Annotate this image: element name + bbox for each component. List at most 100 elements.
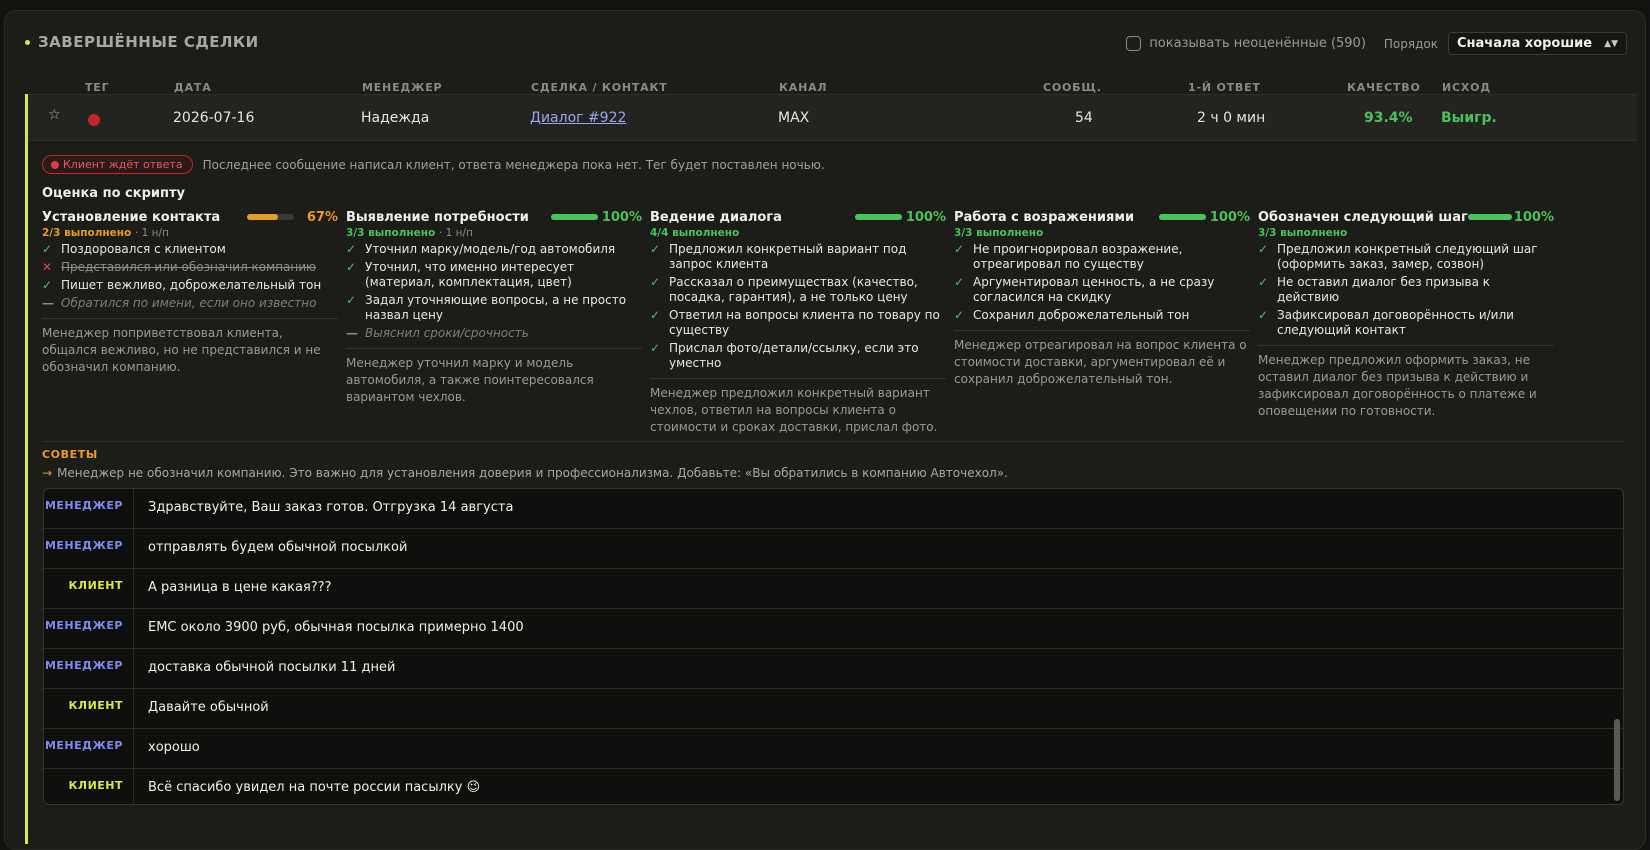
tag-dot: [88, 114, 100, 126]
col-first-reply[interactable]: 1-Й ОТВЕТ: [1188, 81, 1261, 94]
criterion-item-text: Выяснил сроки/срочность: [365, 326, 529, 340]
criterion-name: Работа с возражениями: [954, 209, 1135, 225]
message-text: отправлять будем обычной посылкой: [148, 540, 408, 555]
status-badge: Клиент ждёт ответа: [42, 155, 193, 174]
criterion-item-text: Представился или обозначил компанию: [61, 260, 317, 274]
check-icon: ✓: [650, 242, 661, 256]
criterion-header: Обозначен следующий шаг 100%: [1258, 209, 1554, 225]
check-icon: ✓: [1258, 242, 1269, 256]
col-tag[interactable]: ТЕГ: [85, 81, 109, 94]
message-author: КЛИЕНТ: [44, 769, 134, 804]
criterion-name: Выявление потребности: [346, 209, 529, 225]
message-author: МЕНЕДЖЕР: [44, 729, 134, 769]
criterion-name: Обозначен следующий шаг: [1258, 209, 1468, 225]
section-header: ЗАВЕРШЁННЫЕ СДЕЛКИ: [25, 33, 259, 51]
criterion-header: Установление контакта 67%: [42, 209, 338, 225]
criterion-item-text: Сохранил доброжелательный тон: [973, 308, 1190, 322]
criterion-name: Установление контакта: [42, 209, 221, 225]
check-icon: ✓: [954, 275, 965, 289]
col-deal[interactable]: СДЕЛКА / КОНТАКТ: [531, 81, 668, 94]
check-icon: ✓: [346, 260, 357, 274]
criterion-items: ✓ Предложил конкретный следующий шаг (офо…: [1258, 242, 1554, 346]
criterion-percent: 67%: [306, 209, 338, 225]
chat-log[interactable]: МЕНЕДЖЕР Здравствуйте, Ваш заказ готов. О…: [43, 488, 1624, 805]
check-icon: ✓: [650, 308, 661, 322]
criterion-item-text: Ответил на вопросы клиента по товару по …: [669, 308, 940, 337]
criterion-items: ✓ Поздоровался с клиентом ✕ Представился ил…: [42, 242, 338, 319]
criterion-item-text: Рассказал о преимуществах (качество, пос…: [669, 275, 918, 304]
message-author: МЕНЕДЖЕР: [44, 529, 134, 569]
message-text: Всё спасибо увидел на почте россии пасыл…: [148, 780, 481, 795]
message-text: доставка обычной посылки 11 дней: [148, 660, 396, 675]
criterion-progress: [1159, 214, 1206, 220]
criterion-progress: [1467, 214, 1513, 220]
chevron-updown-icon: ▲▼: [1604, 38, 1618, 49]
message-text: Давайте обычной: [148, 700, 269, 715]
check-icon: ✓: [346, 242, 357, 256]
criterion-progress: [551, 214, 598, 220]
tip-text: Менеджер не обозначил компанию. Это важн…: [57, 466, 1008, 480]
criterion-na: · 1 н/п: [438, 227, 473, 239]
status-badge-label: Клиент ждёт ответа: [63, 158, 183, 171]
criterion-item-text: Уточнил марку/модель/год автомобиля: [365, 242, 616, 256]
col-messages[interactable]: СООБЩ.: [1043, 81, 1102, 94]
check-icon: ✓: [954, 308, 965, 322]
chat-scrollbar[interactable]: [1614, 719, 1620, 801]
message-text: А разница в цене какая???: [148, 580, 332, 595]
criterion-item: ✓ Пишет вежливо, доброжелательный тон: [42, 278, 338, 293]
col-quality[interactable]: КАЧЕСТВО: [1347, 81, 1421, 94]
criterion-item: ✓ Предложил конкретный вариант под запрос…: [650, 242, 946, 272]
table-row[interactable]: ☆ 2026-07-16 Надежда Диалог #922 MAX 54 …: [28, 94, 1637, 141]
criterion-header: Ведение диалога 100%: [650, 209, 946, 225]
col-outcome[interactable]: ИСХОД: [1442, 81, 1491, 94]
criterion-item-text: Обратился по имени, если оно известно: [61, 296, 317, 310]
criterion-item-text: Задал уточняющие вопросы, а не просто на…: [365, 293, 627, 322]
criterion-item: — Обратился по имени, если оно известно: [42, 296, 338, 311]
criterion-item-text: Не проигнорировал возражение, отреагиров…: [973, 242, 1183, 271]
criterion-progress: [855, 214, 902, 220]
criterion-item: ✓ Уточнил марку/модель/год автомобиля: [346, 242, 642, 257]
tips-title: СОВЕТЫ: [42, 448, 98, 461]
check-icon: ✓: [954, 242, 965, 256]
criterion-items: ✓ Не проигнорировал возражение, отреагиро…: [954, 242, 1250, 331]
criterion-progress-fill: [1159, 214, 1206, 220]
row-date: 2026-07-16: [173, 110, 255, 126]
alert-dot-icon: [51, 160, 59, 169]
show-unrated-label[interactable]: показывать неоценённые (590): [1149, 36, 1366, 51]
section-dot-icon: [25, 39, 30, 45]
message-author: МЕНЕДЖЕР: [44, 489, 134, 529]
row-deal-link[interactable]: Диалог #922: [530, 110, 626, 126]
col-date[interactable]: ДАТА: [174, 81, 212, 94]
criterion-summary: Менеджер предложил конкретный вариант че…: [650, 386, 938, 434]
show-unrated-checkbox[interactable]: [1126, 36, 1142, 51]
header-controls: показывать неоценённые (590) Порядок Сна…: [1126, 32, 1627, 55]
message-author: КЛИЕНТ: [44, 689, 134, 729]
criterion-items: ✓ Уточнил марку/модель/год автомобиля ✓ Уто…: [346, 242, 642, 349]
order-label: Порядок: [1383, 36, 1438, 51]
criterion-name: Ведение диалога: [650, 209, 782, 225]
criterion-percent: 100%: [1209, 209, 1250, 225]
col-manager[interactable]: МЕНЕДЖЕР: [362, 81, 442, 94]
chat-message: КЛИЕНТ Всё спасибо увидел на почте россии…: [44, 769, 1623, 804]
criterion-na: · 1 н/п: [134, 227, 169, 239]
criterion: Выявление потребности 100% 3/3 выполнено ·…: [346, 209, 642, 406]
star-icon[interactable]: ☆: [48, 107, 61, 123]
criterion: Ведение диалога 100% 4/4 выполнено ✓ Предло…: [650, 209, 946, 436]
message-text: Здравствуйте, Ваш заказ готов. Отгрузка …: [148, 500, 514, 515]
col-channel[interactable]: КАНАЛ: [779, 81, 827, 94]
check-icon: ✓: [346, 293, 357, 307]
criterion-summary: Менеджер отреагировал на вопрос клиента …: [954, 338, 1247, 386]
criterion-progress-fill: [247, 214, 279, 220]
row-quality: 93.4%: [1364, 110, 1413, 126]
criterion-item: ✓ Зафиксировал договорённость и/или следу…: [1258, 308, 1554, 338]
criterion: Обозначен следующий шаг 100% 3/3 выполнено…: [1258, 209, 1554, 420]
check-icon: ✓: [650, 341, 661, 355]
order-select-value: Сначала хорошие: [1457, 36, 1593, 51]
criterion-item: ✕ Представился или обозначил компанию: [42, 260, 338, 275]
arrow-right-icon: →: [42, 466, 53, 480]
criterion-item-text: Аргументировал ценность, а не сразу согл…: [973, 275, 1215, 304]
criterion: Работа с возражениями 100% 3/3 выполнено ✓…: [954, 209, 1250, 388]
criterion-summary: Менеджер уточнил марку и модель автомоби…: [346, 356, 594, 404]
criterion-item-text: Уточнил, что именно интересует (материал…: [365, 260, 575, 289]
order-select[interactable]: Сначала хорошие ▲▼: [1448, 32, 1627, 55]
